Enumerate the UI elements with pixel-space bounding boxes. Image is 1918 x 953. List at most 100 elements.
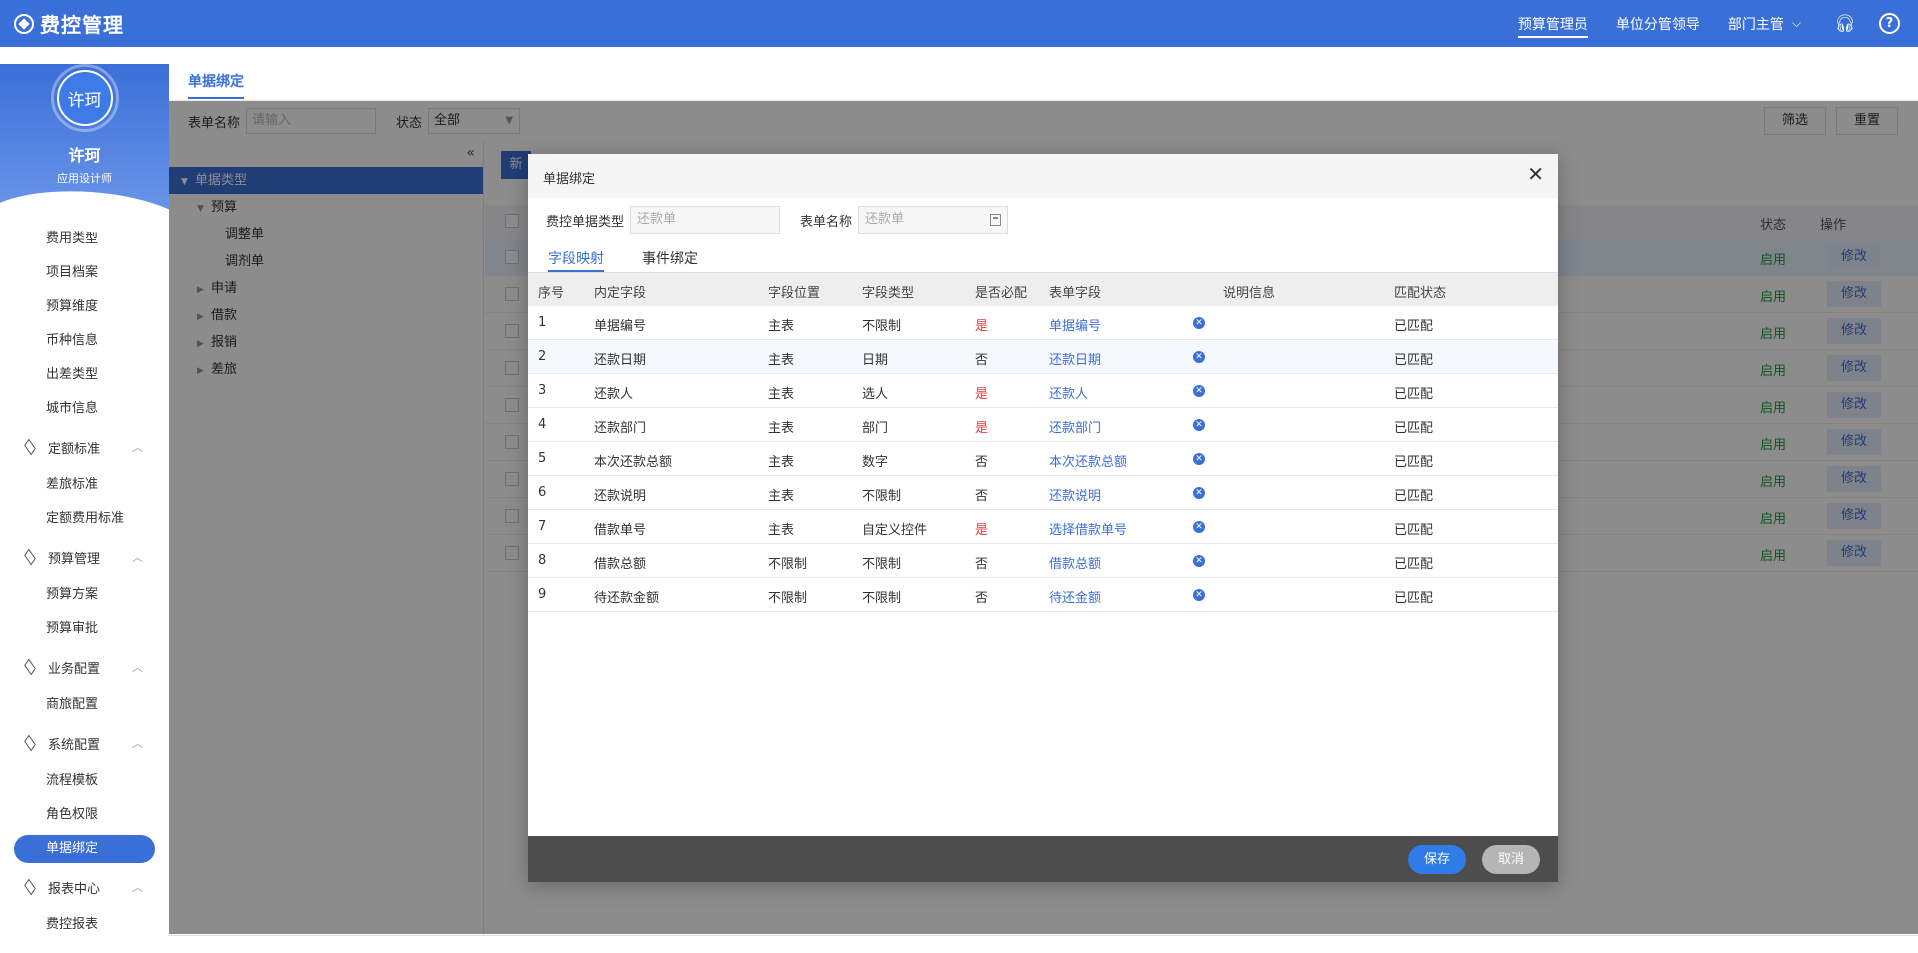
tab-event-binding[interactable]: 事件绑定 <box>642 242 698 272</box>
clear-icon[interactable]: ✕ <box>1193 351 1205 363</box>
cell-no: 1 <box>538 315 547 330</box>
clear-icon[interactable]: ✕ <box>1193 589 1205 601</box>
cell-required: 是 <box>975 319 989 334</box>
layers-icon <box>24 658 36 676</box>
cell-position: 主表 <box>768 353 795 368</box>
table-row[interactable]: 8 借款总额 不限制 不限制 否 借款总额 已匹配 ✕ <box>528 544 1558 578</box>
cell-form-field[interactable]: 还款说明 <box>1049 485 1101 504</box>
cell-required: 是 <box>975 387 989 402</box>
tab-field-mapping[interactable]: 字段映射 <box>548 242 604 272</box>
cell-no: 7 <box>538 519 547 534</box>
sidebar-item-5[interactable]: 城市信息 <box>0 392 169 426</box>
table-row[interactable]: 1 单据编号 主表 不限制 是 单据编号 已匹配 ✕ <box>528 306 1558 340</box>
table-row[interactable]: 4 还款部门 主表 部门 是 还款部门 已匹配 ✕ <box>528 408 1558 442</box>
cell-no: 8 <box>538 553 547 568</box>
cell-type: 自定义控件 <box>862 523 928 538</box>
cell-field: 还款日期 <box>594 353 647 368</box>
help-icon[interactable]: ? <box>1879 13 1900 34</box>
save-button[interactable]: 保存 <box>1408 845 1466 874</box>
clear-icon[interactable]: ✕ <box>1193 453 1205 465</box>
role-tab-dept-head[interactable]: 部门主管 ⌵ <box>1728 0 1801 47</box>
sidebar-group-14[interactable]: 系统配置 ︿ <box>0 722 169 764</box>
table-row[interactable]: 2 还款日期 主表 日期 否 还款日期 已匹配 ✕ <box>528 340 1558 374</box>
top-bar: 费控管理 预算管理员 单位分管领导 部门主管 ⌵ 🎧︎ ? <box>0 0 1918 47</box>
close-icon[interactable]: ✕ <box>1527 164 1544 184</box>
cell-form-field[interactable]: 本次还款总额 <box>1049 451 1127 470</box>
cell-position: 不限制 <box>768 557 808 572</box>
cell-required: 否 <box>975 455 989 470</box>
user-profile: 许珂 许珂 应用设计师 <box>0 64 169 240</box>
cell-form-field[interactable]: 还款部门 <box>1049 417 1101 436</box>
sidebar-group-6[interactable]: 定额标准 ︿ <box>0 426 169 468</box>
sidebar-group-12[interactable]: 业务配置 ︿ <box>0 646 169 688</box>
chevron-up-icon: ︿ <box>132 661 143 674</box>
sidebar-item-15[interactable]: 流程模板 <box>0 764 169 798</box>
sidebar-item-1[interactable]: 项目档案 <box>0 256 169 290</box>
cell-type: 数字 <box>862 455 889 470</box>
table-row[interactable]: 7 借款单号 主表 自定义控件 是 选择借款单号 已匹配 ✕ <box>528 510 1558 544</box>
cell-form-field[interactable]: 单据编号 <box>1049 315 1101 334</box>
clear-icon[interactable]: ✕ <box>1193 317 1205 329</box>
headset-icon[interactable]: 🎧︎ <box>1834 14 1856 34</box>
modal-header: 单据绑定 ✕ <box>528 154 1558 198</box>
cell-form-field[interactable]: 待还金额 <box>1049 587 1101 606</box>
clear-icon[interactable]: ✕ <box>1193 385 1205 397</box>
sidebar-item-7[interactable]: 差旅标准 <box>0 468 169 502</box>
sidebar-item-19[interactable]: 费控报表 <box>0 908 169 942</box>
app-brand[interactable]: 费控管理 <box>0 9 124 38</box>
cell-field: 借款总额 <box>594 557 647 572</box>
cell-match: 已匹配 <box>1394 319 1434 334</box>
cancel-button[interactable]: 取消 <box>1482 845 1540 874</box>
clear-icon[interactable]: ✕ <box>1193 487 1205 499</box>
calculator-icon[interactable] <box>990 214 1002 226</box>
cell-form-field[interactable]: 借款总额 <box>1049 553 1101 572</box>
tab-doc-binding[interactable]: 单据绑定 <box>188 71 244 99</box>
sidebar-group-18[interactable]: 报表中心 ︿ <box>0 866 169 908</box>
cell-form-field[interactable]: 选择借款单号 <box>1049 519 1127 538</box>
role-tab-unit-leader[interactable]: 单位分管领导 <box>1616 0 1700 47</box>
cell-form-field[interactable]: 还款日期 <box>1049 349 1101 368</box>
role-tab-budget-admin[interactable]: 预算管理员 <box>1517 0 1588 47</box>
table-row[interactable]: 6 还款说明 主表 不限制 否 还款说明 已匹配 ✕ <box>528 476 1558 510</box>
field-mapping-table: 序号 内定字段 字段位置 字段类型 是否必配 表单字段 说明信息 匹配状态 1 单据编号 主表 不限… <box>528 272 1558 612</box>
doc-type-field[interactable]: 还款单 <box>630 206 781 234</box>
table-row[interactable]: 9 待还款金额 不限制 不限制 否 待还金额 已匹配 ✕ <box>528 578 1558 612</box>
cell-form-field[interactable]: 还款人 <box>1049 383 1088 402</box>
clear-icon[interactable]: ✕ <box>1193 555 1205 567</box>
cell-no: 2 <box>538 349 547 364</box>
sidebar-item-10[interactable]: 预算方案 <box>0 578 169 612</box>
column-header-0: 序号 <box>538 286 565 301</box>
clear-icon[interactable]: ✕ <box>1193 521 1205 533</box>
cell-match: 已匹配 <box>1394 557 1434 572</box>
cell-field: 还款部门 <box>594 421 647 436</box>
sidebar-item-2[interactable]: 预算维度 <box>0 290 169 324</box>
chevron-up-icon: ︿ <box>132 881 143 894</box>
sidebar-group-9[interactable]: 预算管理 ︿ <box>0 536 169 578</box>
column-header-4: 是否必配 <box>975 286 1028 301</box>
top-right-area: 预算管理员 单位分管领导 部门主管 ⌵ 🎧︎ ? <box>1490 0 1918 47</box>
avatar[interactable]: 许珂 <box>56 70 113 126</box>
sidebar-item-3[interactable]: 币种信息 <box>0 324 169 358</box>
doc-binding-modal: 单据绑定 ✕ 费控单据类型 还款单 表单名称 还款单 字段映射 事件绑定 序号 内… <box>528 154 1558 882</box>
sidebar-item-8[interactable]: 定额费用标准 <box>0 502 169 536</box>
cell-field: 借款单号 <box>594 523 647 538</box>
cell-no: 9 <box>538 587 547 602</box>
sidebar-item-17[interactable]: 单据绑定 <box>14 835 155 863</box>
form-name-field[interactable]: 还款单 <box>858 206 1009 234</box>
cell-position: 主表 <box>768 455 795 470</box>
sidebar-item-13[interactable]: 商旅配置 <box>0 688 169 722</box>
table-row[interactable]: 3 还款人 主表 选人 是 还款人 已匹配 ✕ <box>528 374 1558 408</box>
cell-type: 不限制 <box>862 489 902 504</box>
table-row[interactable]: 5 本次还款总额 主表 数字 否 本次还款总额 已匹配 ✕ <box>528 442 1558 476</box>
cell-field: 本次还款总额 <box>594 455 673 470</box>
layers-icon <box>24 734 36 752</box>
column-header-1: 内定字段 <box>594 286 647 301</box>
avatar-ring: 许珂 <box>50 64 119 132</box>
clear-icon[interactable]: ✕ <box>1193 419 1205 431</box>
sidebar-item-11[interactable]: 预算审批 <box>0 612 169 646</box>
cell-type: 不限制 <box>862 591 902 606</box>
sidebar-item-16[interactable]: 角色权限 <box>0 798 169 832</box>
cell-match: 已匹配 <box>1394 455 1434 470</box>
form-name-label: 表单名称 <box>800 214 853 230</box>
sidebar-item-4[interactable]: 出差类型 <box>0 358 169 392</box>
